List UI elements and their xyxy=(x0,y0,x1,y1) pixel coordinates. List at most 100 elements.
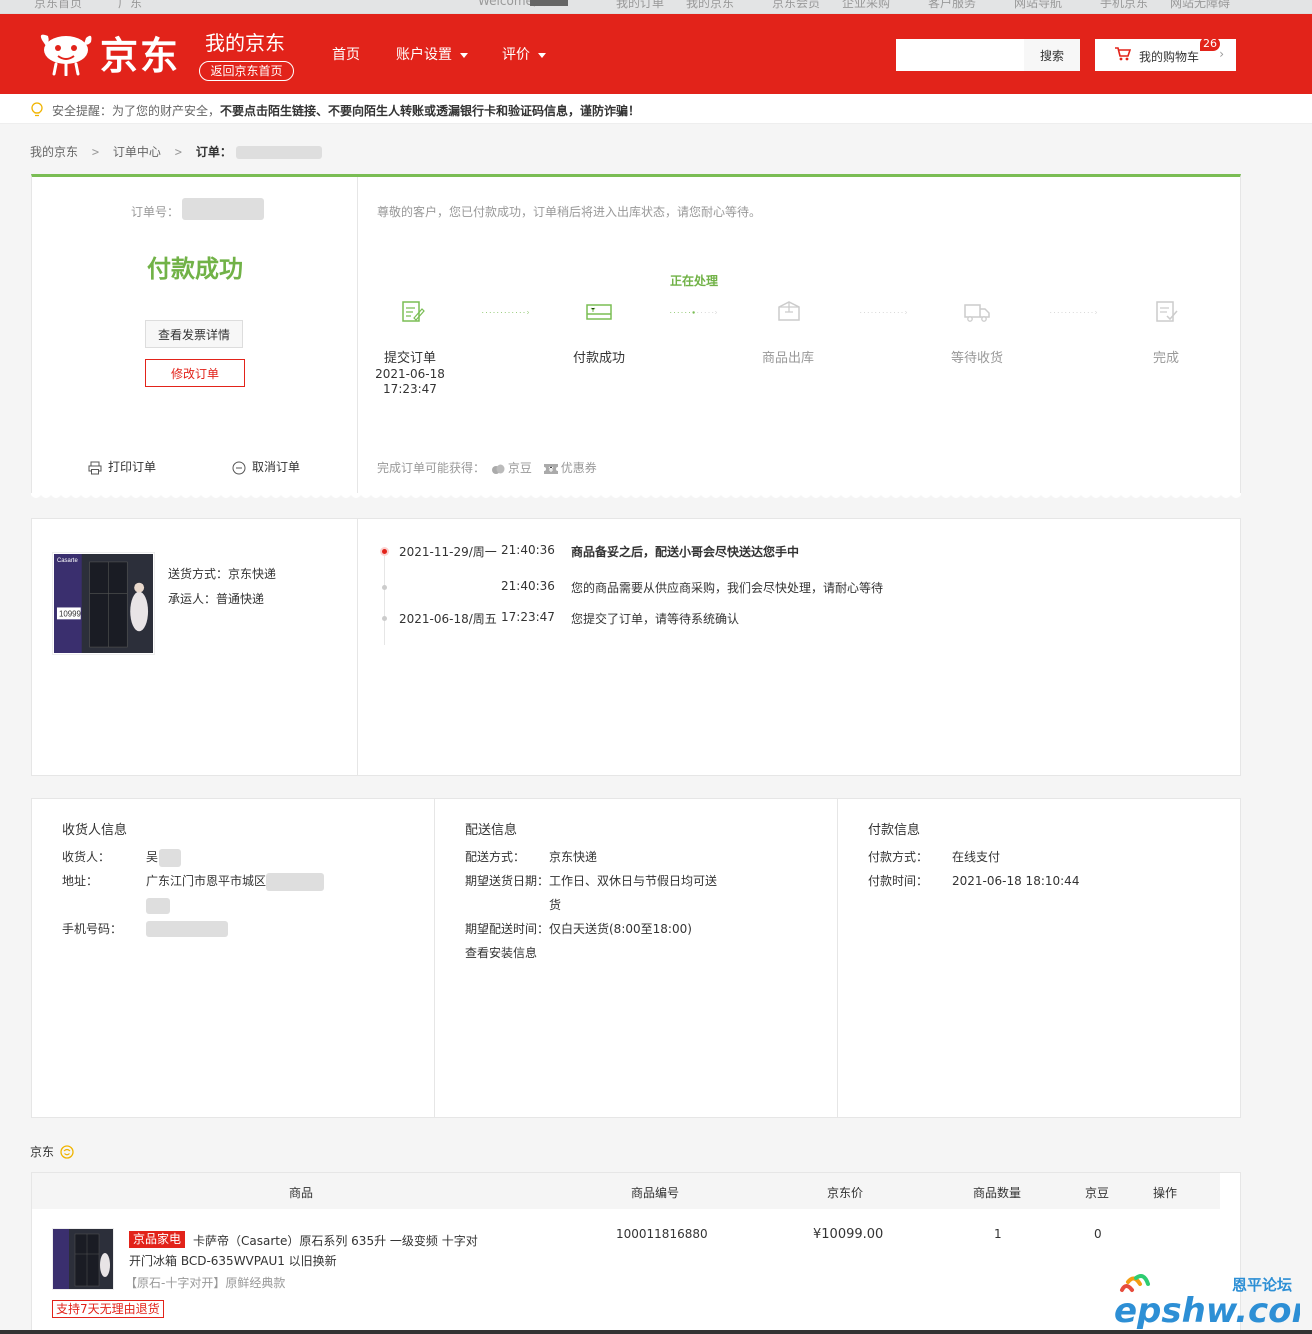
delivery-truck-icon xyxy=(964,304,990,322)
topbar-enterprise[interactable]: 企业采购 xyxy=(842,0,890,11)
step-submit-date: 2021-06-18 xyxy=(375,367,445,381)
receiver-info: 收货人信息 收货人： 吴 地址： 广东江门市恩平市城区 手机号码： xyxy=(32,799,435,1117)
processing-label: 正在处理 xyxy=(670,274,719,288)
receiver-name-label: 收货人： xyxy=(62,850,111,864)
order-info-panel: 收货人信息 收货人： 吴 地址： 广东江门市恩平市城区 手机号码： 配送信息 配… xyxy=(31,798,1241,1118)
topbar-location[interactable]: 广东 xyxy=(118,0,142,11)
zigzag-edge xyxy=(31,493,1241,498)
topbar-home-link[interactable]: 京东首页 xyxy=(34,0,82,11)
col-price: 京东价 xyxy=(827,1186,864,1200)
printer-icon xyxy=(88,461,102,474)
chevron-down-icon xyxy=(460,52,468,58)
col-beans: 京豆 xyxy=(1085,1186,1110,1200)
back-home-button[interactable]: 返回京东首页 xyxy=(199,61,294,81)
payment-time-row: 付款时间： 2021-06-18 18:10:44 xyxy=(868,869,1079,893)
topbar-accessibility[interactable]: 网站无障碍 xyxy=(1170,0,1230,11)
delivery-date-value: 工作日、双休日与节假日均可送 xyxy=(549,874,718,888)
lightbulb-icon xyxy=(31,102,43,117)
step-payment-success: 付款成功 xyxy=(572,351,625,366)
delivery-date-value-cont: 货 xyxy=(549,898,562,912)
topbar-sitemap[interactable]: 网站导航 xyxy=(1014,0,1062,11)
cancel-order-button[interactable]: 取消订单 xyxy=(232,458,300,475)
topbar-mobile[interactable]: 手机京东 xyxy=(1100,0,1148,11)
receiver-address-value: 广东江门市恩平市城区 xyxy=(146,869,325,893)
topbar-service[interactable]: 客户服务 xyxy=(928,0,976,11)
my-jd-title: 我的京东 xyxy=(205,31,285,55)
view-install-info-link[interactable]: 查看安装信息 xyxy=(465,941,537,965)
goods-sku: 100011816880 xyxy=(616,1227,708,1241)
top-shortcut-bar: 京东首页 广东 Welcome, 我的订单 我的京东 京东会员 企业采购 客户服… xyxy=(0,0,1312,14)
order-number-label: 订单号： xyxy=(131,205,180,219)
payment-info-title: 付款信息 xyxy=(868,823,921,838)
search-input[interactable] xyxy=(896,39,1024,71)
topbar-member[interactable]: 京东会员 xyxy=(772,0,820,11)
goods-beans: 0 xyxy=(1094,1227,1102,1241)
topbar-my-orders[interactable]: 我的订单 xyxy=(616,0,664,11)
breadcrumb-order-center[interactable]: 订单中心 xyxy=(113,145,161,159)
payment-success-icon xyxy=(586,304,612,320)
progress-dots-2 xyxy=(670,311,718,314)
step-awaiting-receipt: 等待收货 xyxy=(950,351,1003,366)
goods-panel: 商品 商品编号 京东价 商品数量 京豆 操作 卡萨帝（Casarte）原石系列 … xyxy=(31,1172,1241,1334)
nav-account-settings[interactable]: 账户设置 xyxy=(396,45,468,65)
redacted-text xyxy=(159,848,182,867)
nav-review[interactable]: 评价 xyxy=(502,45,546,65)
col-quantity: 商品数量 xyxy=(973,1186,1022,1200)
shipping-method: 送货方式：京东快递 xyxy=(168,567,277,581)
topbar-my-jd[interactable]: 我的京东 xyxy=(686,0,734,11)
receiver-address-visible: 广东江门市恩平市城区 xyxy=(146,874,267,888)
tracking-time: 17:23:47 xyxy=(501,610,555,624)
chevron-down-icon xyxy=(538,52,546,58)
redacted-order-number xyxy=(182,198,264,220)
notice-prefix: 安全提醒：为了您的财产安全， xyxy=(52,104,221,118)
jd-dog-logo-icon[interactable] xyxy=(36,30,94,76)
delivery-time-value: 仅白天送货(8:00至18:00) xyxy=(549,922,692,936)
safety-notice: 安全提醒：为了您的财产安全，不要点击陌生链接、不要向陌生人转账或透漏银行卡和验证… xyxy=(0,94,1312,124)
delivery-time-row: 期望配送时间： 仅白天送货(8:00至18:00) xyxy=(465,917,692,941)
goods-table-header: 商品 商品编号 京东价 商品数量 京豆 操作 xyxy=(32,1173,1220,1209)
breadcrumb-sep: > xyxy=(174,145,182,159)
thumb-brand: Casarte xyxy=(57,558,78,564)
breadcrumb-current: 订单： xyxy=(195,145,232,159)
modify-order-button[interactable]: 修改订单 xyxy=(145,359,245,387)
progress-dots-4 xyxy=(1050,311,1098,314)
status-message: 尊敬的客户，您已付款成功，订单稍后将进入出库状态，请您耐心等待。 xyxy=(377,205,762,219)
product-thumbnail[interactable]: Casarte 10999 xyxy=(52,552,155,655)
delivery-method-row: 配送方式： 京东快递 xyxy=(465,845,597,869)
progress-dots-3 xyxy=(860,311,908,314)
redacted-phone xyxy=(146,921,228,937)
cart-button[interactable]: 我的购物车 26 › xyxy=(1095,37,1236,71)
payment-method-row: 付款方式： 在线支付 xyxy=(868,845,1000,869)
tracking-time: 21:40:36 xyxy=(501,543,555,557)
col-actions: 操作 xyxy=(1153,1186,1178,1200)
shop-name-label: 京东 xyxy=(30,1145,55,1159)
topbar-username[interactable] xyxy=(530,0,568,6)
delivery-time-label: 期望配送时间： xyxy=(465,922,550,936)
goods-thumbnail[interactable] xyxy=(52,1228,114,1290)
search-button[interactable]: 搜索 xyxy=(1024,39,1080,71)
seven-day-return-tag: 支持7天无理由退货 xyxy=(52,1300,164,1318)
thumb-price: 10999 xyxy=(59,609,82,618)
cart-icon xyxy=(1115,47,1131,61)
bottom-edge xyxy=(0,1330,1312,1334)
receiver-phone-row: 手机号码： xyxy=(62,917,228,941)
order-complete-icon xyxy=(1156,301,1178,322)
step-complete: 完成 xyxy=(1152,351,1179,366)
redacted-text xyxy=(146,898,170,914)
shop-name[interactable]: 京东 xyxy=(30,1143,74,1160)
delivery-info-title: 配送信息 xyxy=(465,823,518,838)
customer-service-icon[interactable] xyxy=(60,1145,74,1159)
chevron-right-icon: › xyxy=(1219,47,1224,61)
timeline-dot xyxy=(382,585,387,590)
view-invoice-button[interactable]: 查看发票详情 xyxy=(145,320,243,348)
tracking-time: 21:40:36 xyxy=(501,579,555,593)
reward-beans: 京豆 xyxy=(507,461,532,475)
delivery-method-label: 配送方式： xyxy=(465,850,526,864)
step-submit-order: 提交订单 xyxy=(383,351,436,366)
reward-prefix: 完成订单可能获得： xyxy=(377,461,486,475)
breadcrumb-my-jd[interactable]: 我的京东 xyxy=(30,145,78,159)
nav-home[interactable]: 首页 xyxy=(332,45,360,65)
fridge-product-image xyxy=(53,1229,113,1289)
jd-logo-text[interactable]: 京东 xyxy=(100,36,180,76)
print-order-button[interactable]: 打印订单 xyxy=(88,458,156,475)
